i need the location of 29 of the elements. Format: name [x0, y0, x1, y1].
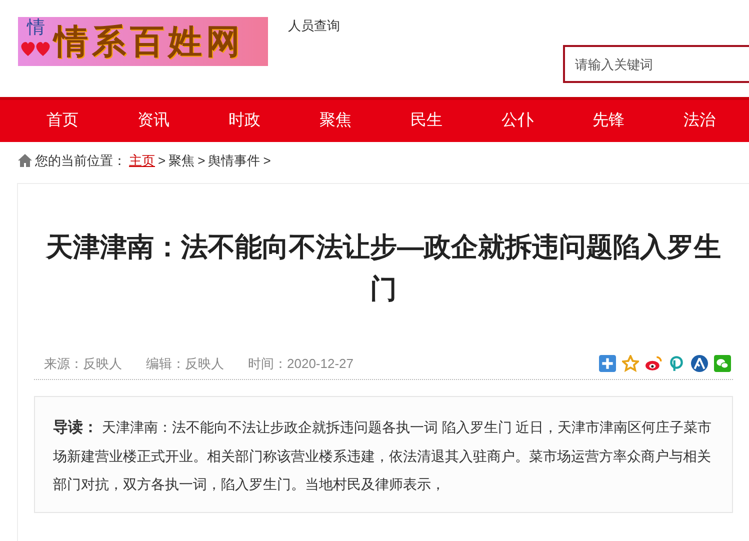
- site-logo[interactable]: 情 情系百姓网: [18, 17, 268, 66]
- article-title: 天津津南：法不能向不法让步—政企就拆违问题陷入罗生门: [44, 231, 722, 306]
- breadcrumb-label: 您的当前位置：: [35, 152, 126, 170]
- breadcrumb-separator: >: [158, 152, 166, 170]
- nav-item[interactable]: 聚焦: [290, 100, 381, 142]
- breadcrumb-link[interactable]: 主页: [129, 150, 155, 170]
- plus-icon[interactable]: [599, 355, 616, 372]
- search-field[interactable]: 请输入关键词: [563, 45, 749, 83]
- lead-paragraph: 导读： 天津津南：法不能向不法让步政企就拆违问题各执一词 陷入罗生门 近日，天津市津南区何庄子菜市场新建营业楼正式开业。相关部门称该营业楼系违建，依法清退其入驻商户。菜市场运营方率众商户与相关部门对抗，双方各执一词，陷入罗生门。当地村民及律师表示，: [53, 418, 713, 494]
- home-icon: [18, 154, 32, 167]
- nav-item[interactable]: 时政: [199, 100, 290, 142]
- star-icon[interactable]: [622, 355, 639, 372]
- meta-text: 来源：反映人: [44, 354, 122, 373]
- logo-small-char: 情: [27, 17, 45, 39]
- nav-item[interactable]: 先锋: [563, 100, 654, 142]
- breadcrumb-item[interactable]: 舆情事件: [208, 150, 260, 170]
- breadcrumb-item[interactable]: 聚焦: [168, 150, 195, 170]
- nav-item[interactable]: 公仆: [472, 100, 563, 142]
- nav-item[interactable]: 法治: [654, 100, 745, 142]
- breadcrumb-separator: >: [198, 152, 206, 170]
- meta-text: 时间：2020-12-27: [248, 354, 354, 373]
- nav-item[interactable]: 首页: [17, 100, 108, 142]
- personnel-query-link[interactable]: 人员查询: [288, 16, 340, 36]
- hearts-icon: [20, 39, 52, 57]
- logo-title: 情系百姓网: [54, 22, 244, 62]
- nav-item[interactable]: 民生: [381, 100, 472, 142]
- breadcrumb-separator: >: [263, 152, 271, 170]
- nav-item[interactable]: 资讯: [108, 100, 199, 142]
- meta-text: 编辑：反映人: [146, 354, 224, 373]
